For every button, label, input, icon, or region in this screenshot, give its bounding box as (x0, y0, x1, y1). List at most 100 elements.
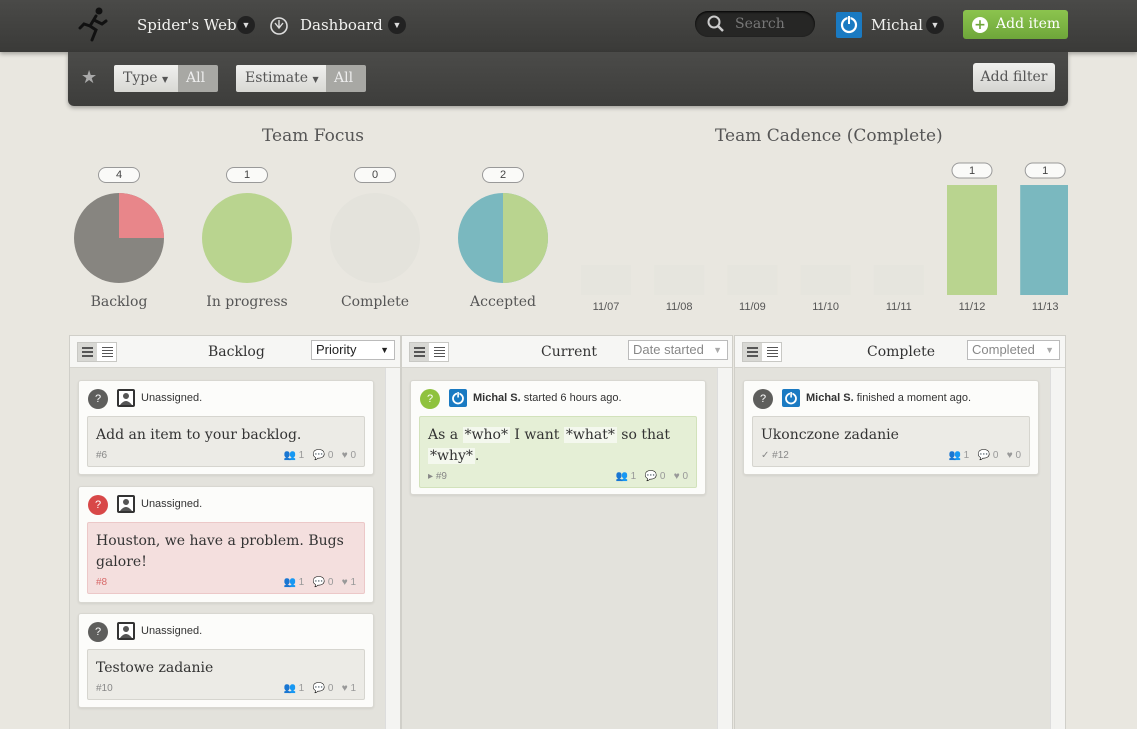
cadence-x-tick-label: 11/10 (812, 301, 839, 313)
card-meta: 👥 1 💬 0 ♥ 1 (283, 683, 356, 694)
backlog-pie[interactable] (74, 193, 164, 283)
user-name[interactable]: Michal (871, 16, 923, 34)
dashboard-icon (270, 17, 288, 35)
column-header: Backlog Priority ▼ (70, 336, 400, 368)
top-bar: Spider's Web ▼ Dashboard ▼ Search Michal… (0, 0, 1137, 52)
complete-pie[interactable] (330, 193, 420, 283)
cadence-data-label: 1 (1042, 165, 1048, 177)
cadence-x-tick-label: 11/09 (739, 301, 766, 313)
search-icon (707, 15, 724, 32)
type-filter-value[interactable]: All (178, 65, 218, 92)
card-number: ✓ #12 (761, 450, 789, 461)
scrollbar[interactable] (1050, 368, 1065, 729)
card-body[interactable]: As a *who* I want *what* so that *why*. … (419, 416, 697, 488)
backlog-pie-label: Backlog (90, 294, 148, 310)
card-text: Houston, we have a problem. Bugs galore! (96, 533, 344, 570)
star-icon[interactable]: ★ (81, 67, 97, 88)
team-cadence-chart: 11 (581, 162, 1068, 295)
add-filter-button[interactable]: Add filter (973, 63, 1055, 92)
cadence-x-tick-label: 11/07 (592, 301, 620, 313)
accepted-count: 2 (482, 167, 524, 183)
team-focus-title: Team Focus (262, 126, 365, 146)
card-body[interactable]: Testowe zadanie #10 👥 1 💬 0 ♥ 1 (87, 649, 365, 700)
avatar (449, 389, 467, 407)
current-card[interactable]: ? Michal S. started 6 hours ago. As a *w… (410, 380, 706, 495)
cadence-x-tick-label: 11/12 (958, 301, 986, 313)
add-item-label: Add item (996, 16, 1061, 32)
backlog-count: 4 (98, 167, 140, 183)
estimate-filter-value[interactable]: All (326, 65, 366, 92)
type-filter-button[interactable]: Type ▼ (114, 65, 178, 92)
card-body[interactable]: Ukonczone zadanie ✓ #12 👥 1 💬 0 ♥ 0 (752, 416, 1030, 467)
cadence-bar[interactable] (1020, 185, 1068, 295)
view-toggle[interactable] (77, 342, 117, 362)
complete-count: 0 (354, 167, 396, 183)
column-header: Complete Completed ▼ (735, 336, 1065, 368)
in-progress-pie[interactable] (202, 193, 292, 283)
complete-pie-label: Complete (340, 294, 410, 310)
in-progress-count: 1 (226, 167, 268, 183)
cadence-x-tick-label: 11/08 (665, 301, 693, 313)
backlog-card[interactable]: ? Unassigned. Add an item to your backlo… (78, 380, 374, 475)
card-text: Ukonczone zadanie (761, 427, 899, 443)
user-avatar[interactable] (836, 12, 862, 38)
card-meta: 👥 1 💬 0 ♥ 1 (283, 577, 356, 588)
card-number: #8 (96, 577, 108, 588)
in-progress-pie-label: In progress (206, 294, 288, 310)
avatar (117, 495, 135, 513)
user-dropdown-icon[interactable]: ▼ (926, 16, 944, 34)
backlog-card[interactable]: ? Unassigned. Testowe zadanie #10 👥 1 💬 … (78, 613, 374, 708)
card-body[interactable]: Add an item to your backlog. #6 👥 1 💬 0 … (87, 416, 365, 467)
search-placeholder: Search (735, 16, 785, 32)
scrollbar[interactable] (385, 368, 400, 729)
avatar (117, 622, 135, 640)
cadence-x-tick-label: 11/11 (885, 301, 912, 313)
user-activity: Michal S. finished a moment ago. (806, 392, 972, 404)
card-meta: 👥 1 💬 0 ♥ 0 (615, 471, 688, 482)
cadence-bar[interactable] (947, 185, 997, 295)
question-icon[interactable]: ? (420, 389, 440, 409)
project-dropdown-icon[interactable]: ▼ (237, 16, 255, 34)
scrollbar[interactable] (717, 368, 732, 729)
cadence-bar[interactable] (727, 265, 778, 295)
team-cadence-title: Team Cadence (Complete) (715, 126, 943, 146)
view-dropdown-icon[interactable]: ▼ (388, 16, 406, 34)
view-name[interactable]: Dashboard (300, 16, 383, 34)
cadence-bar[interactable] (654, 265, 705, 295)
cadence-bar[interactable] (873, 265, 924, 295)
question-icon[interactable]: ? (753, 389, 773, 409)
card-body[interactable]: Houston, we have a problem. Bugs galore!… (87, 522, 365, 594)
cadence-bar[interactable] (581, 265, 631, 295)
question-icon[interactable]: ? (88, 622, 108, 642)
estimate-filter-button[interactable]: Estimate ▼ (236, 65, 326, 92)
power-icon (452, 391, 464, 405)
plus-icon: + (972, 17, 988, 33)
column-title: Current (541, 344, 598, 360)
sort-select[interactable]: Completed ▼ (967, 340, 1060, 360)
card-number: #6 (96, 450, 108, 461)
cadence-data-label: 1 (969, 165, 975, 177)
add-item-button[interactable]: + Add item (963, 10, 1068, 39)
question-icon[interactable]: ? (88, 495, 108, 515)
card-meta: 👥 1 💬 0 ♥ 0 (948, 450, 1021, 461)
backlog-card[interactable]: ? Unassigned. Houston, we have a problem… (78, 486, 374, 603)
view-toggle[interactable] (409, 342, 449, 362)
filter-bar: ★ Type ▼ All Estimate ▼ All Add filter (68, 52, 1068, 106)
runner-logo-icon[interactable] (78, 6, 112, 44)
column-header: Current Date started ▼ (402, 336, 732, 368)
assignee-text: Unassigned. (141, 392, 203, 404)
avatar (782, 389, 800, 407)
complete-card[interactable]: ? Michal S. finished a moment ago. Ukonc… (743, 380, 1039, 475)
assignee-text: Unassigned. (141, 625, 203, 637)
sort-select[interactable]: Date started ▼ (628, 340, 728, 360)
view-toggle[interactable] (742, 342, 782, 362)
search-input[interactable]: Search (695, 11, 815, 37)
project-name[interactable]: Spider's Web (137, 16, 237, 34)
cadence-bar[interactable] (800, 265, 851, 295)
card-text: Add an item to your backlog. (96, 427, 302, 443)
question-icon[interactable]: ? (88, 389, 108, 409)
card-text: Testowe zadanie (96, 660, 214, 676)
assignee-text: Unassigned. (141, 498, 203, 510)
sort-select[interactable]: Priority ▼ (311, 340, 395, 360)
accepted-pie[interactable] (458, 193, 548, 283)
